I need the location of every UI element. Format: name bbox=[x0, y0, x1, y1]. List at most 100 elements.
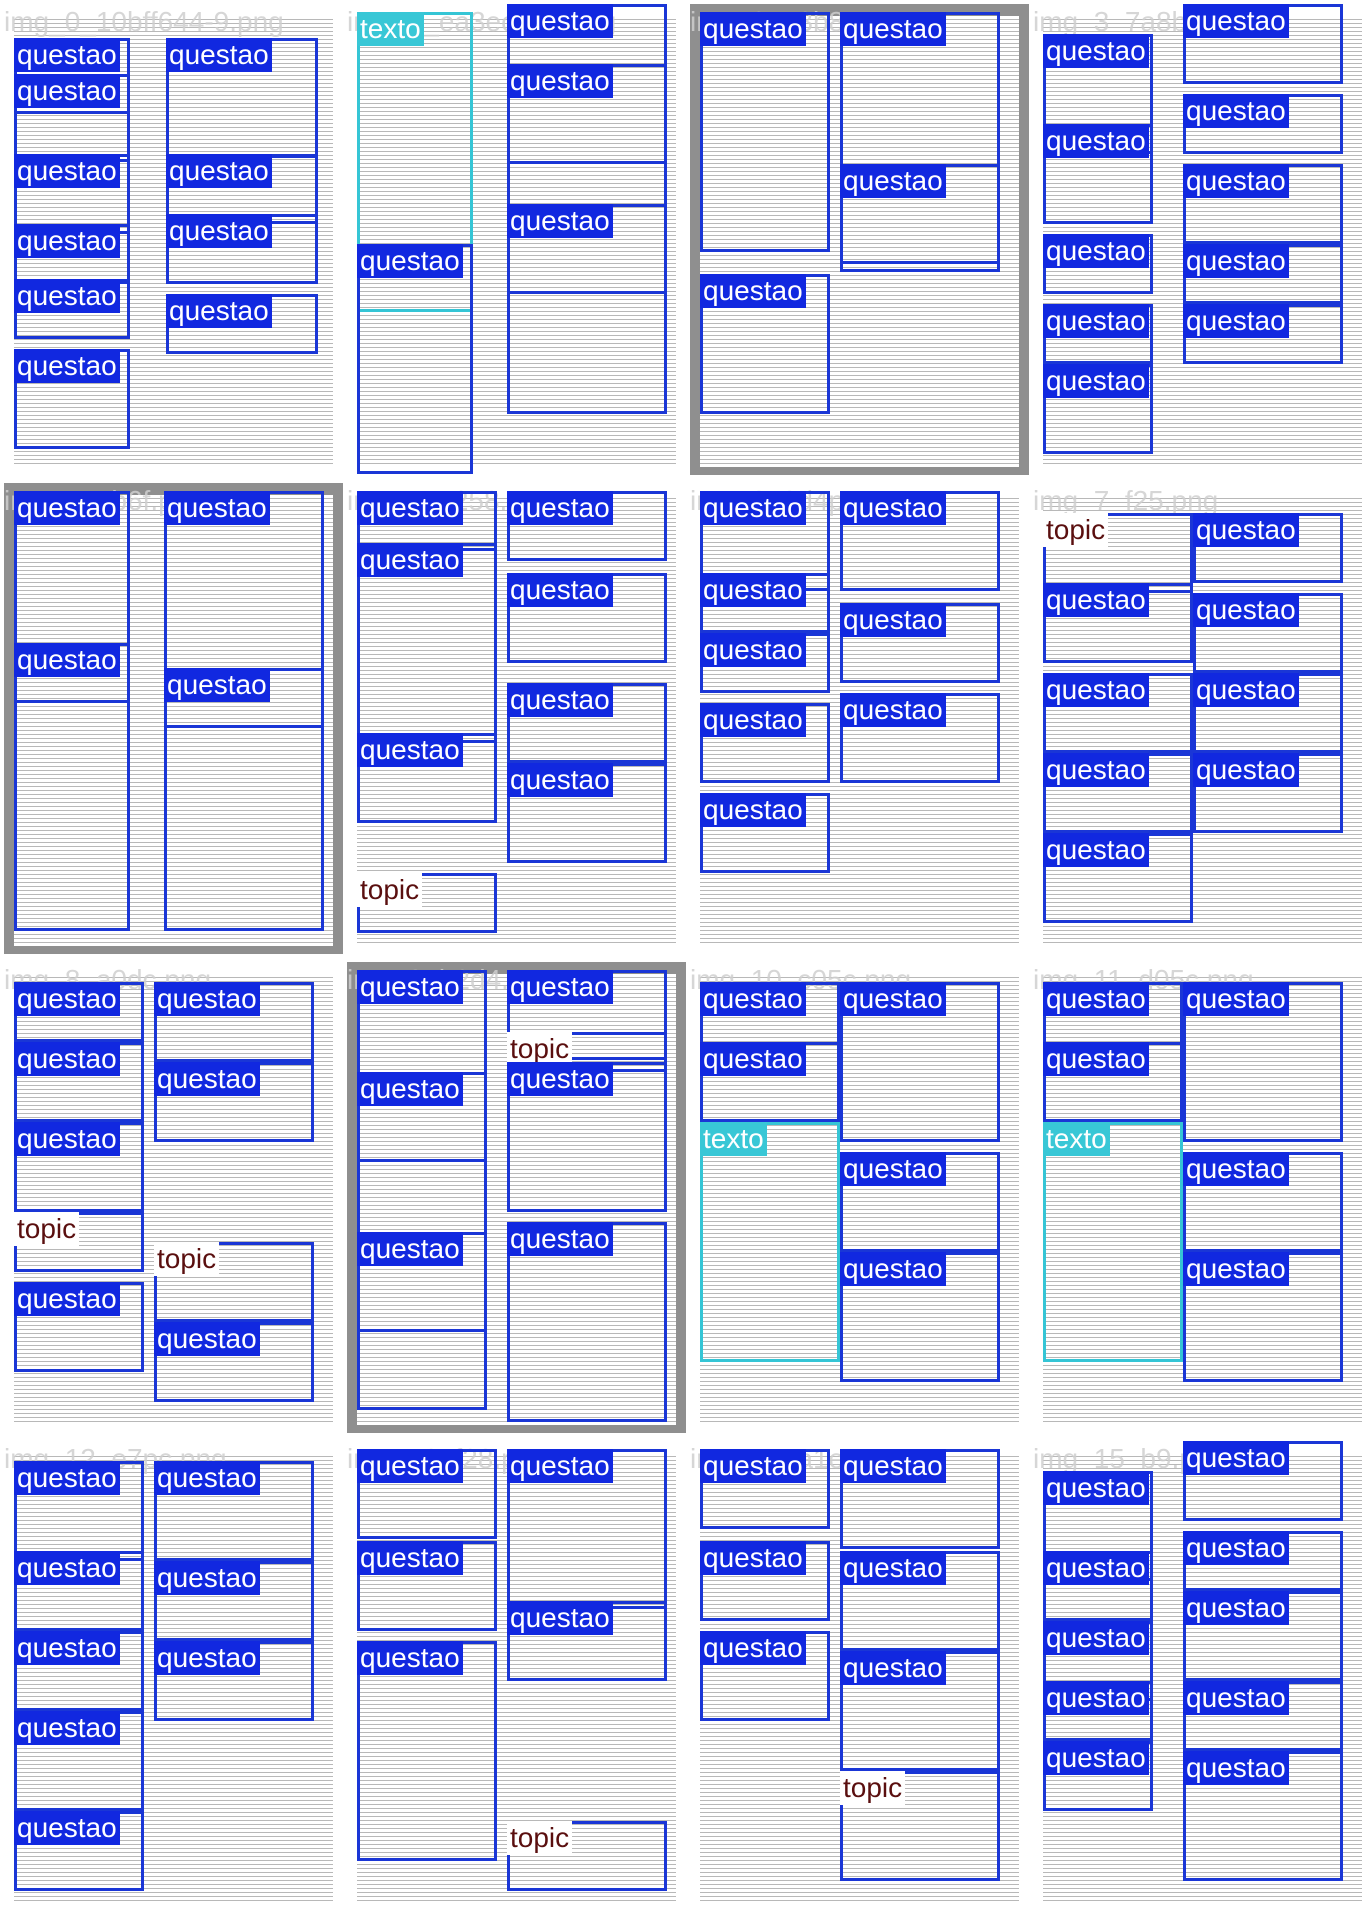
questao-label: questao bbox=[1043, 583, 1149, 617]
questao-label: questao bbox=[14, 1631, 120, 1665]
questao-label: questao bbox=[1043, 1471, 1149, 1505]
questao-label: questao bbox=[700, 573, 806, 607]
questao-label: questao bbox=[840, 1152, 946, 1186]
questao-label: questao bbox=[14, 1122, 120, 1156]
questao-label: questao bbox=[357, 491, 463, 525]
questao-label: questao bbox=[1043, 753, 1149, 787]
topic-label: topic bbox=[357, 873, 423, 907]
questao-label: questao bbox=[507, 491, 613, 525]
questao-label: questao bbox=[357, 970, 463, 1004]
questao-label: questao bbox=[1183, 164, 1289, 198]
questao-label: questao bbox=[14, 643, 120, 677]
questao-label: questao bbox=[1183, 4, 1289, 38]
questao-label: questao bbox=[14, 74, 120, 108]
questao-label: questao bbox=[700, 1631, 806, 1665]
questao-label: questao bbox=[14, 982, 120, 1016]
questao-label: questao bbox=[166, 214, 272, 248]
questao-label: questao bbox=[357, 1449, 463, 1483]
questao-label: questao bbox=[1043, 124, 1149, 158]
topic-label: topic bbox=[507, 1032, 573, 1066]
questao-label: questao bbox=[507, 1222, 613, 1256]
questao-label: questao bbox=[507, 970, 613, 1004]
topic-label: topic bbox=[1043, 513, 1109, 547]
topic-label: topic bbox=[14, 1212, 80, 1246]
questao-label: questao bbox=[1043, 1621, 1149, 1655]
questao-label: questao bbox=[357, 543, 463, 577]
questao-label: questao bbox=[14, 279, 120, 313]
tile-filename: img_0_10bff644-9.png bbox=[4, 6, 284, 37]
questao-label: questao bbox=[507, 1601, 613, 1635]
questao-label: questao bbox=[507, 4, 613, 38]
mosaic-tile: img_8_a0dc.png questao questao questao quest… bbox=[4, 962, 343, 1433]
questao-label: questao bbox=[700, 982, 806, 1016]
questao-label: questao bbox=[14, 349, 120, 383]
questao-label: questao bbox=[1193, 593, 1299, 627]
questao-label: questao bbox=[1193, 673, 1299, 707]
questao-label: questao bbox=[154, 1641, 260, 1675]
questao-label: questao bbox=[507, 683, 613, 717]
questao-label: questao bbox=[164, 668, 270, 702]
questao-label: questao bbox=[700, 633, 806, 667]
questao-label: questao bbox=[1193, 513, 1299, 547]
questao-label: questao bbox=[700, 1042, 806, 1076]
questao-label: questao bbox=[840, 1551, 946, 1585]
mosaic-tile: img_13_f28.pngquestaoquestaoquestaoquest… bbox=[347, 1441, 686, 1912]
questao-label: questao bbox=[1193, 753, 1299, 787]
questao-label: questao bbox=[1183, 304, 1289, 338]
questao-label: questao bbox=[700, 1449, 806, 1483]
questao-label: questao bbox=[1183, 1591, 1289, 1625]
mosaic-tile: img_6_9d4pc.pngquestaoquestaoquestaoques… bbox=[690, 483, 1029, 954]
questao-label: questao bbox=[14, 491, 120, 525]
questao-label: questao bbox=[1183, 1681, 1289, 1715]
questao-label: questao bbox=[840, 164, 946, 198]
questao-label: questao bbox=[1043, 833, 1149, 867]
questao-label: questao bbox=[507, 1449, 613, 1483]
questao-label: questao bbox=[1183, 1531, 1289, 1565]
questao-label: questao bbox=[154, 1561, 260, 1595]
questao-label: questao bbox=[507, 1062, 613, 1096]
mosaic-tile: img_1_ea3ec050.png texto questao questao que… bbox=[347, 4, 686, 475]
questao-label: questao bbox=[700, 491, 806, 525]
mosaic-tile: img_0_10bff644-9.png questao questao questa… bbox=[4, 4, 343, 475]
questao-label: questao bbox=[357, 1641, 463, 1675]
questao-label: questao bbox=[14, 38, 120, 72]
mosaic-tile: img_15_b9.png questao questao questao questa… bbox=[1033, 1441, 1372, 1912]
questao-label: questao bbox=[154, 1062, 260, 1096]
questao-label: questao bbox=[1043, 1681, 1149, 1715]
questao-label: questao bbox=[1043, 1741, 1149, 1775]
questao-label: questao bbox=[14, 1551, 120, 1585]
questao-label: questao bbox=[700, 274, 806, 308]
questao-region-box bbox=[357, 244, 473, 474]
questao-label: questao bbox=[166, 294, 272, 328]
questao-label: questao bbox=[1043, 673, 1149, 707]
questao-label: questao bbox=[507, 204, 613, 238]
questao-label: questao bbox=[1183, 982, 1289, 1016]
mosaic-tile: img_10_c05c.png questao questao questao text… bbox=[690, 962, 1029, 1433]
mosaic-tile: img_9_b2d4.pngquestaoquestaotopicquestao… bbox=[347, 962, 686, 1433]
questao-region-box bbox=[700, 12, 830, 252]
questao-label: questao bbox=[1043, 1042, 1149, 1076]
questao-label: questao bbox=[1043, 304, 1149, 338]
mosaic-tile: img_7_f25.png topic questao questao questao q… bbox=[1033, 483, 1372, 954]
questao-label: questao bbox=[357, 733, 463, 767]
questao-label: questao bbox=[357, 1541, 463, 1575]
questao-label: questao bbox=[14, 1282, 120, 1316]
topic-label: topic bbox=[840, 1771, 906, 1805]
questao-label: questao bbox=[840, 693, 946, 727]
questao-label: questao bbox=[166, 38, 272, 72]
questao-label: questao bbox=[1183, 244, 1289, 278]
questao-label: questao bbox=[164, 491, 270, 525]
questao-label: questao bbox=[1043, 364, 1149, 398]
questao-label: questao bbox=[507, 763, 613, 797]
questao-label: questao bbox=[840, 1449, 946, 1483]
questao-label: questao bbox=[1043, 1551, 1149, 1585]
mosaic-tile: img_12_e7pc.png questao questao questao ques… bbox=[4, 1441, 343, 1912]
mosaic-tile: img_14_a1e.pngquestaoquestaoquestaoquest… bbox=[690, 1441, 1029, 1912]
questao-region-box bbox=[357, 970, 487, 1410]
questao-label: questao bbox=[357, 1072, 463, 1106]
topic-label: topic bbox=[507, 1821, 573, 1855]
questao-label: questao bbox=[840, 12, 946, 46]
questao-label: questao bbox=[14, 1461, 120, 1495]
annotation-mosaic: img_0_10bff644-9.png questao questao questa… bbox=[0, 0, 1372, 1920]
questao-label: questao bbox=[840, 491, 946, 525]
